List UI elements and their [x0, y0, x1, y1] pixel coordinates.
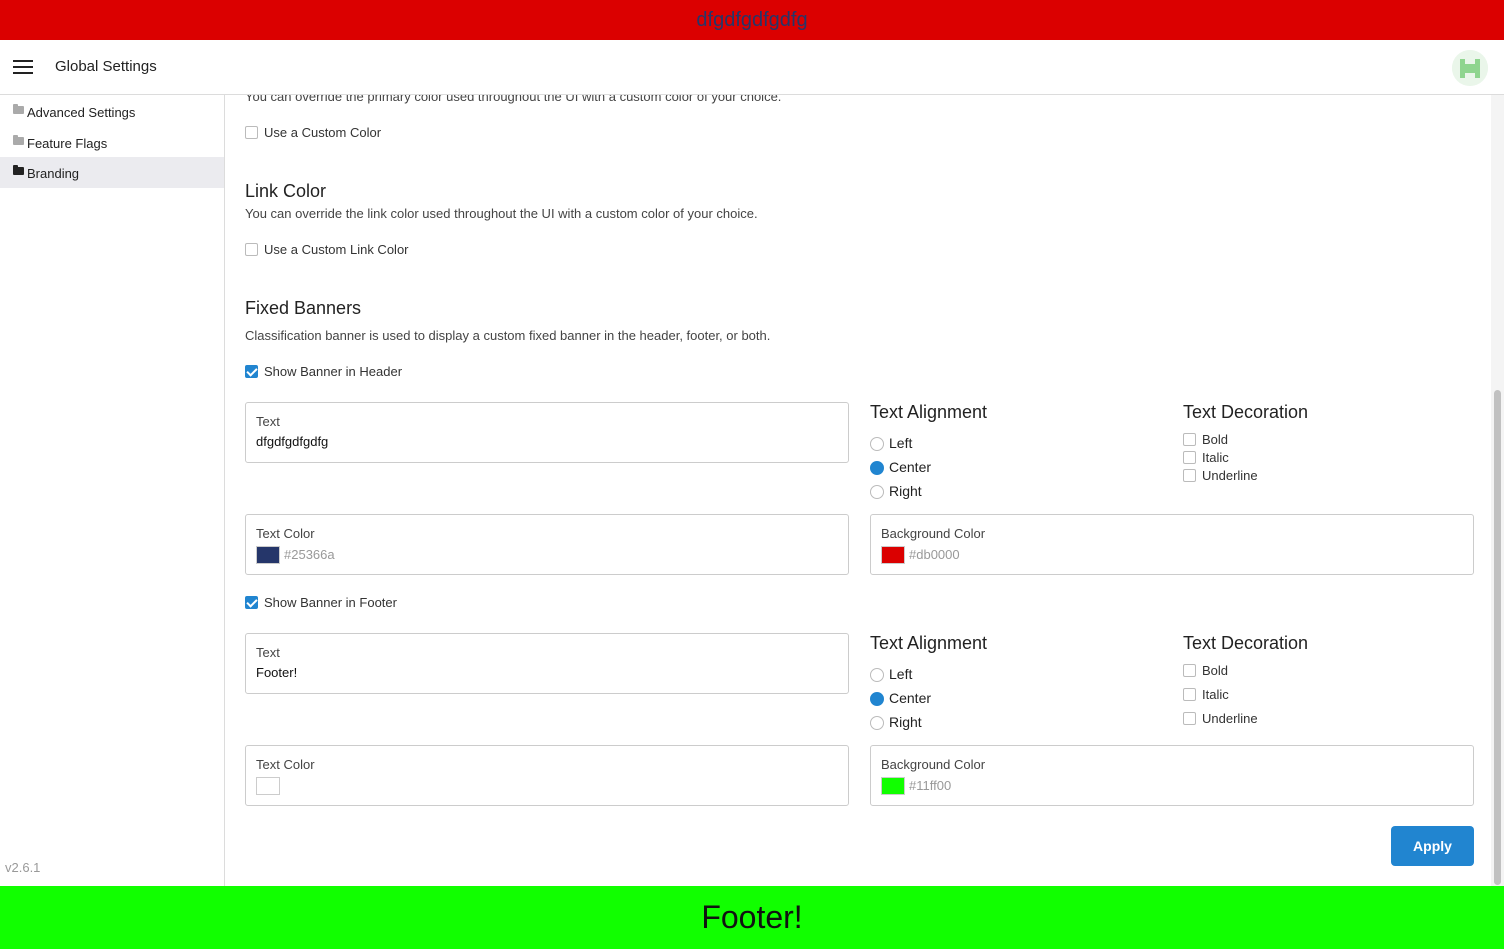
- color-swatch[interactable]: [881, 777, 905, 795]
- field-label: Text Color: [256, 526, 315, 541]
- color-swatch[interactable]: [256, 777, 280, 795]
- footer-background-color-field[interactable]: Background Color #11ff00: [870, 745, 1474, 806]
- checkbox-label[interactable]: Italic: [1202, 450, 1229, 465]
- header-decoration-title: Text Decoration: [1183, 402, 1309, 422]
- link-color-description: You can override the link color used thr…: [245, 206, 758, 221]
- link-color-title: Link Color: [245, 181, 327, 201]
- sidebar-item-advanced-settings[interactable]: Advanced Settings: [0, 96, 224, 127]
- footer-decoration-title: Text Decoration: [1183, 633, 1309, 653]
- field-label: Text: [256, 414, 280, 429]
- folder-icon: [13, 104, 24, 114]
- footer-italic-checkbox[interactable]: [1183, 688, 1196, 701]
- main-content: You can override the primary color used …: [225, 95, 1491, 886]
- version-label: v2.6.1: [5, 860, 41, 875]
- color-hex-value[interactable]: #11ff00: [909, 778, 951, 793]
- header-text-input[interactable]: dfgdfgdfgdfg: [256, 434, 328, 449]
- radio-label[interactable]: Center: [889, 459, 931, 475]
- header-text-field[interactable]: Text dfgdfgdfgdfg: [245, 402, 849, 463]
- header-text-color-field[interactable]: Text Color #25366a: [245, 514, 849, 575]
- show-footer-banner-label[interactable]: Show Banner in Footer: [264, 595, 397, 610]
- sidebar: Advanced Settings Feature Flags Branding…: [0, 95, 225, 886]
- header-align-left-radio[interactable]: [870, 437, 884, 451]
- header-banner: dfgdfgdfgdfg: [0, 0, 1504, 40]
- primary-color-description: You can override the primary color used …: [245, 95, 782, 104]
- sidebar-item-label: Branding: [27, 166, 80, 181]
- sidebar-item-label: Feature Flags: [27, 136, 108, 151]
- header-alignment-title: Text Alignment: [870, 402, 988, 422]
- fixed-banners-title: Fixed Banners: [245, 298, 362, 318]
- show-header-banner-checkbox[interactable]: [245, 365, 258, 378]
- color-hex-value[interactable]: #25366a: [284, 547, 335, 562]
- page-title: Global Settings: [55, 58, 157, 75]
- radio-label[interactable]: Right: [889, 714, 922, 730]
- custom-link-color-label[interactable]: Use a Custom Link Color: [264, 242, 409, 257]
- avatar[interactable]: [1452, 50, 1488, 86]
- identicon-icon: [1452, 50, 1488, 86]
- checkbox-label[interactable]: Underline: [1202, 711, 1258, 726]
- hamburger-icon[interactable]: [13, 60, 33, 74]
- folder-open-icon: [13, 165, 24, 175]
- footer-text-field[interactable]: Text Footer!: [245, 633, 849, 694]
- field-label: Text Color: [256, 757, 315, 772]
- footer-text-color-field[interactable]: Text Color: [245, 745, 849, 806]
- scrollbar-thumb[interactable]: [1494, 390, 1501, 885]
- radio-label[interactable]: Left: [889, 435, 912, 451]
- show-footer-banner-checkbox[interactable]: [245, 596, 258, 609]
- custom-link-color-checkbox[interactable]: [245, 243, 258, 256]
- checkbox-label[interactable]: Bold: [1202, 432, 1228, 447]
- sidebar-item-branding[interactable]: Branding: [0, 157, 224, 188]
- field-label: Background Color: [881, 757, 986, 772]
- radio-label[interactable]: Right: [889, 483, 922, 499]
- header-background-color-field[interactable]: Background Color #db0000: [870, 514, 1474, 575]
- header-align-center-radio[interactable]: [870, 461, 884, 475]
- color-swatch[interactable]: [256, 546, 280, 564]
- scrollbar[interactable]: [1491, 95, 1504, 886]
- header-italic-checkbox[interactable]: [1183, 451, 1196, 464]
- footer-align-right-radio[interactable]: [870, 716, 884, 730]
- footer-text-input[interactable]: Footer!: [256, 665, 297, 680]
- custom-color-label[interactable]: Use a Custom Color: [264, 125, 381, 140]
- color-swatch[interactable]: [881, 546, 905, 564]
- footer-align-center-radio[interactable]: [870, 692, 884, 706]
- footer-banner: Footer!: [0, 886, 1504, 949]
- field-label: Text: [256, 645, 280, 660]
- sidebar-item-feature-flags[interactable]: Feature Flags: [0, 127, 224, 158]
- apply-button[interactable]: Apply: [1391, 826, 1474, 866]
- checkbox-label[interactable]: Bold: [1202, 663, 1228, 678]
- radio-label[interactable]: Left: [889, 666, 912, 682]
- checkbox-label[interactable]: Italic: [1202, 687, 1229, 702]
- footer-bold-checkbox[interactable]: [1183, 664, 1196, 677]
- header-underline-checkbox[interactable]: [1183, 469, 1196, 482]
- header-bold-checkbox[interactable]: [1183, 433, 1196, 446]
- footer-align-left-radio[interactable]: [870, 668, 884, 682]
- footer-alignment-title: Text Alignment: [870, 633, 988, 653]
- footer-underline-checkbox[interactable]: [1183, 712, 1196, 725]
- color-hex-value[interactable]: #db0000: [909, 547, 960, 562]
- fixed-banners-description: Classification banner is used to display…: [245, 328, 771, 343]
- app-bar: Global Settings: [0, 40, 1504, 95]
- show-header-banner-label[interactable]: Show Banner in Header: [264, 364, 402, 379]
- field-label: Background Color: [881, 526, 986, 541]
- radio-label[interactable]: Center: [889, 690, 931, 706]
- header-align-right-radio[interactable]: [870, 485, 884, 499]
- sidebar-item-label: Advanced Settings: [27, 105, 136, 120]
- checkbox-label[interactable]: Underline: [1202, 468, 1258, 483]
- custom-color-checkbox[interactable]: [245, 126, 258, 139]
- folder-icon: [13, 135, 24, 145]
